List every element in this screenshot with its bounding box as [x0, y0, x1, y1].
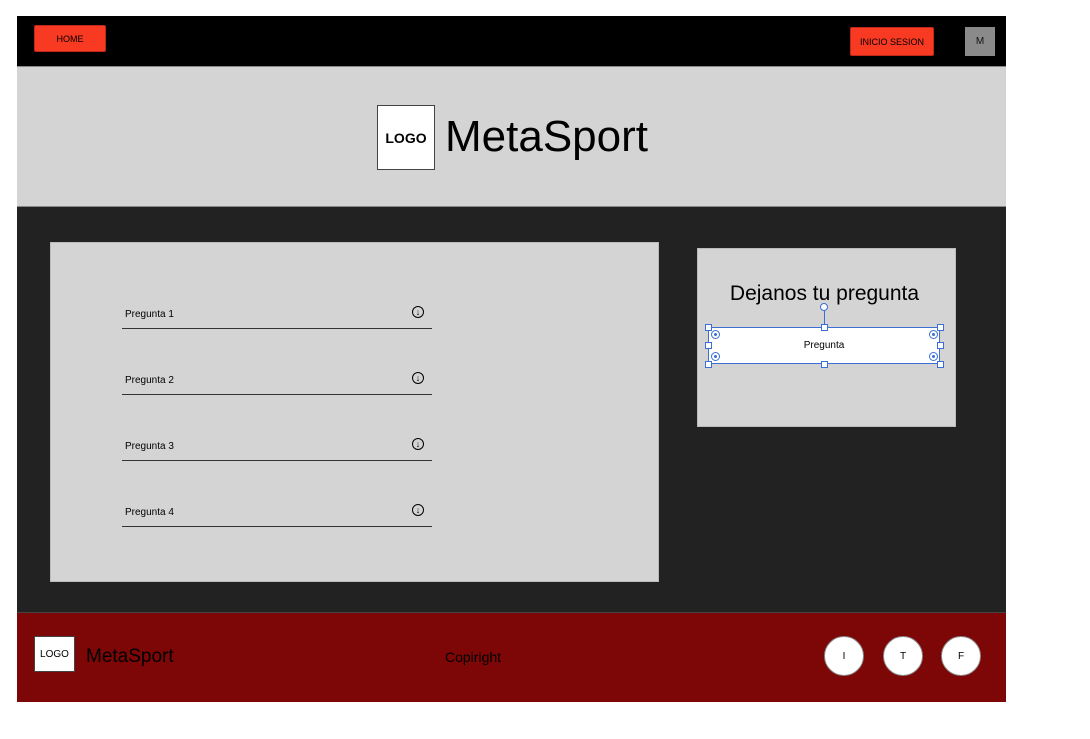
footer-title: MetaSport	[86, 646, 174, 667]
connection-point-icon[interactable]	[711, 352, 720, 361]
expand-down-icon[interactable]: ↓	[412, 504, 424, 516]
resize-handle-top-right[interactable]	[937, 324, 944, 331]
resize-handle-bottom-left[interactable]	[705, 361, 712, 368]
resize-handle-top-left[interactable]	[705, 324, 712, 331]
faq-item-4[interactable]: Pregunta 4 ↓	[122, 494, 432, 527]
connection-point-icon[interactable]	[929, 352, 938, 361]
resize-handle-left[interactable]	[705, 342, 712, 349]
faq-item-3[interactable]: Pregunta 3 ↓	[122, 428, 432, 461]
expand-down-icon[interactable]: ↓	[412, 372, 424, 384]
home-button[interactable]: HOME	[34, 25, 106, 52]
user-menu-button[interactable]: M	[965, 27, 995, 56]
instagram-button[interactable]: I	[824, 636, 864, 676]
facebook-button[interactable]: F	[941, 636, 981, 676]
faq-item-label: Pregunta 2	[125, 375, 174, 386]
faq-item-label: Pregunta 3	[125, 441, 174, 452]
question-input[interactable]: Pregunta	[708, 327, 940, 364]
resize-handle-bottom-right[interactable]	[937, 361, 944, 368]
rotate-handle[interactable]	[820, 303, 828, 311]
faq-item-label: Pregunta 4	[125, 507, 174, 518]
faq-panel	[50, 242, 659, 582]
resize-handle-right[interactable]	[937, 342, 944, 349]
header-logo[interactable]: LOGO	[377, 105, 435, 170]
faq-item-2[interactable]: Pregunta 2 ↓	[122, 362, 432, 395]
copyright-text: Copiright	[445, 649, 502, 665]
expand-down-icon[interactable]: ↓	[412, 438, 424, 450]
site-title: MetaSport	[445, 112, 648, 161]
resize-handle-bottom[interactable]	[821, 361, 828, 368]
login-button[interactable]: INICIO SESION	[850, 27, 934, 56]
footer-logo[interactable]: LOGO	[34, 636, 75, 672]
connection-point-icon[interactable]	[711, 330, 720, 339]
faq-item-1[interactable]: Pregunta 1 ↓	[122, 296, 432, 329]
expand-down-icon[interactable]: ↓	[412, 306, 424, 318]
connection-point-icon[interactable]	[929, 330, 938, 339]
twitter-button[interactable]: T	[883, 636, 923, 676]
resize-handle-top[interactable]	[821, 324, 828, 331]
faq-item-label: Pregunta 1	[125, 309, 174, 320]
